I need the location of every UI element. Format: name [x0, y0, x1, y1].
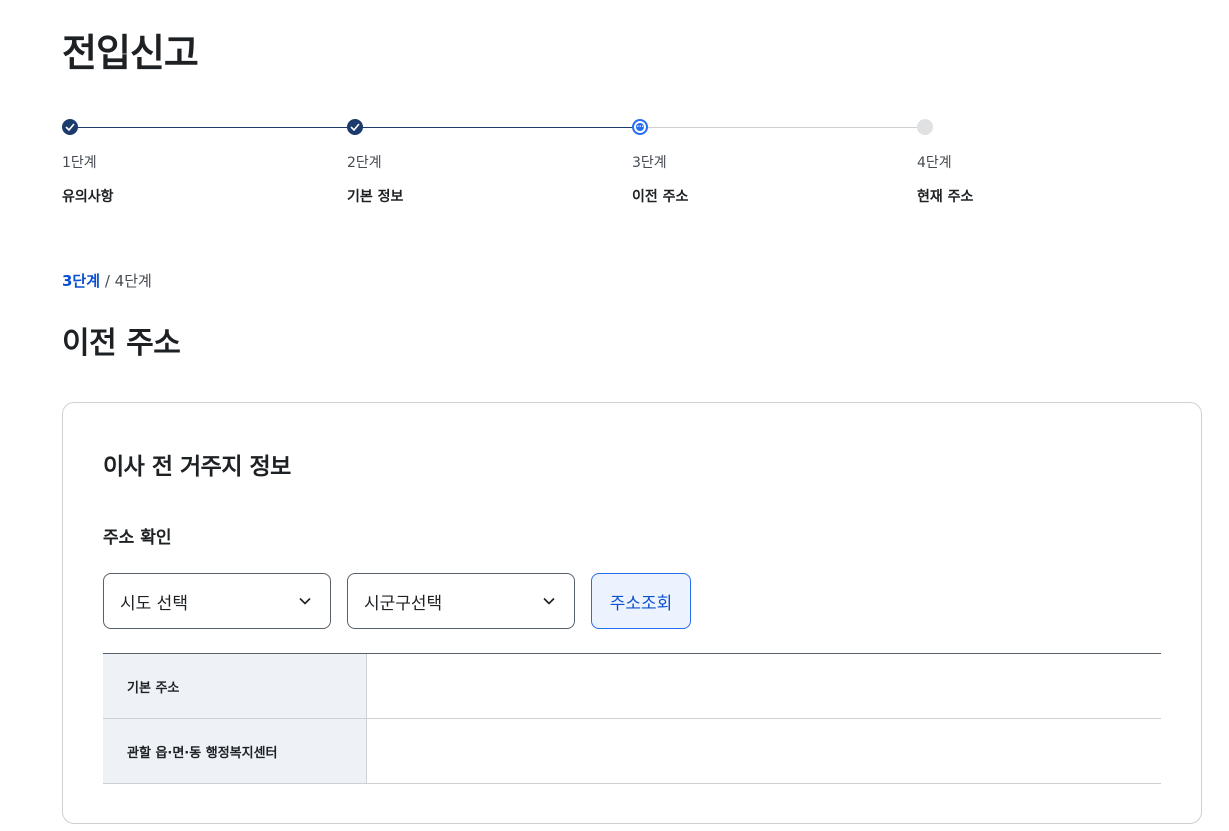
address-check-label: 주소 확인 [103, 528, 172, 548]
stepper-line-pending [640, 127, 925, 128]
step-label: 유의사항 [62, 189, 114, 205]
admin-center-label: 관할 읍·면·동 행정복지센터 [127, 746, 278, 761]
step-complete-marker [347, 119, 363, 135]
step-separator: / [104, 272, 110, 290]
progress-stepper: 1단계 유의사항 2단계 기본 정보 ••• 3단계 이전 주소 4단계 현재 … [62, 118, 1182, 218]
table-row-header: 기본 주소 [103, 654, 367, 718]
table-row-header: 관할 읍·면·동 행정복지센터 [103, 719, 367, 783]
ellipsis-icon: ••• [636, 124, 644, 130]
chevron-down-icon [543, 597, 555, 605]
previous-address-card: 이사 전 거주지 정보 주소 확인 시도 선택 시군구선택 주소조회 기본 주소… [62, 402, 1202, 824]
basic-address-label: 기본 주소 [127, 681, 180, 696]
address-search-button[interactable]: 주소조회 [591, 573, 691, 629]
card-title: 이사 전 거주지 정보 [103, 454, 291, 480]
admin-center-value [368, 719, 1161, 783]
step-label: 이전 주소 [632, 189, 689, 205]
sigungu-select[interactable]: 시군구선택 [347, 573, 575, 629]
sido-select-value: 시도 선택 [120, 594, 188, 614]
sido-select[interactable]: 시도 선택 [103, 573, 331, 629]
total-step-text: 4단계 [114, 272, 152, 290]
basic-address-value [368, 654, 1161, 718]
step-number: 3단계 [632, 155, 667, 171]
step-label: 기본 정보 [347, 189, 404, 205]
step-number: 4단계 [917, 155, 952, 171]
step-indicator: 3단계 / 4단계 [62, 270, 152, 291]
page-title: 전입신고 [62, 31, 199, 75]
step-complete-marker [62, 119, 78, 135]
check-icon [350, 123, 360, 131]
step-current-marker: ••• [632, 119, 648, 135]
step-label: 현재 주소 [917, 189, 974, 205]
section-title: 이전 주소 [62, 326, 181, 361]
step-number: 2단계 [347, 155, 382, 171]
current-step-text: 3단계 [62, 272, 101, 290]
table-row: 관할 읍·면·동 행정복지센터 [103, 719, 1161, 784]
table-row: 기본 주소 [103, 654, 1161, 719]
sigungu-select-value: 시군구선택 [364, 594, 443, 614]
chevron-down-icon [299, 597, 311, 605]
check-icon [65, 123, 75, 131]
step-number: 1단계 [62, 155, 97, 171]
step-pending-marker [917, 119, 933, 135]
address-info-table: 기본 주소 관할 읍·면·동 행정복지센터 [103, 653, 1161, 784]
